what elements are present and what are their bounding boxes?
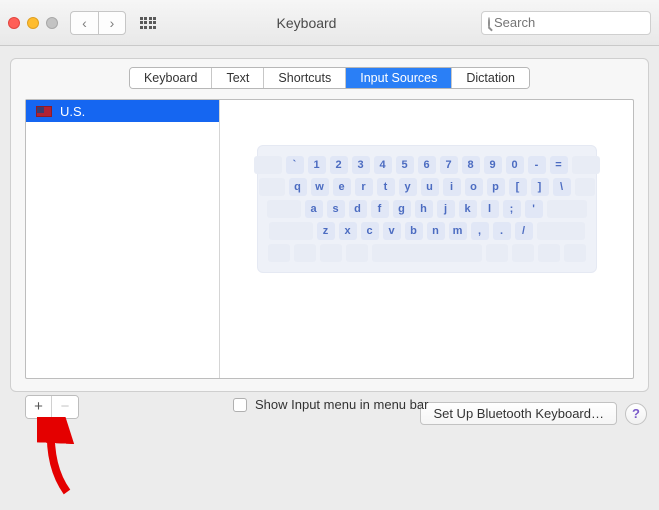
key-;: ;	[503, 200, 521, 218]
search-field[interactable]	[481, 11, 651, 35]
tab-input-sources[interactable]: Input Sources	[346, 68, 452, 88]
key-8: 8	[462, 156, 480, 174]
key--: -	[528, 156, 546, 174]
chevron-left-icon: ‹	[82, 15, 87, 31]
traffic-lights	[8, 17, 58, 29]
key-\: \	[553, 178, 571, 196]
key-2: 2	[330, 156, 348, 174]
key-l: l	[481, 200, 499, 218]
key-1: 1	[308, 156, 326, 174]
forward-button[interactable]: ›	[98, 11, 126, 35]
minimize-icon[interactable]	[27, 17, 39, 29]
key-r: r	[355, 178, 373, 196]
key-5: 5	[396, 156, 414, 174]
close-icon[interactable]	[8, 17, 20, 29]
key-[: [	[509, 178, 527, 196]
tab-text[interactable]: Text	[212, 68, 264, 88]
key-n: n	[427, 222, 445, 240]
setup-bluetooth-button[interactable]: Set Up Bluetooth Keyboard…	[420, 402, 617, 425]
key-': '	[525, 200, 543, 218]
key-k: k	[459, 200, 477, 218]
key-q: q	[289, 178, 307, 196]
key-3: 3	[352, 156, 370, 174]
key-`: `	[286, 156, 304, 174]
key-f: f	[371, 200, 389, 218]
key-i: i	[443, 178, 461, 196]
add-remove-buttons: + −	[25, 395, 79, 419]
key-g: g	[393, 200, 411, 218]
help-button[interactable]: ?	[625, 403, 647, 425]
key-s: s	[327, 200, 345, 218]
tab-bar: Keyboard Text Shortcuts Input Sources Di…	[11, 59, 648, 99]
key-0: 0	[506, 156, 524, 174]
show-input-menu-checkbox[interactable]	[233, 398, 247, 412]
grid-icon	[140, 17, 157, 29]
key-z: z	[317, 222, 335, 240]
key-x: x	[339, 222, 357, 240]
us-flag-icon	[36, 106, 52, 117]
window-title: Keyboard	[170, 15, 473, 31]
key-m: m	[449, 222, 467, 240]
source-list[interactable]: U.S.	[26, 100, 220, 378]
tab-dictation[interactable]: Dictation	[452, 68, 529, 88]
key-d: d	[349, 200, 367, 218]
key-y: y	[399, 178, 417, 196]
back-button[interactable]: ‹	[70, 11, 98, 35]
key-h: h	[415, 200, 433, 218]
tab-keyboard[interactable]: Keyboard	[130, 68, 213, 88]
source-label: U.S.	[60, 104, 85, 119]
key-t: t	[377, 178, 395, 196]
plus-icon: +	[34, 398, 43, 415]
key-p: p	[487, 178, 505, 196]
key-=: =	[550, 156, 568, 174]
keyboard-preview: . `1234567890-= qwertyuiop[]\ asdfghjkl;'…	[220, 100, 633, 378]
key-,: ,	[471, 222, 489, 240]
key-a: a	[305, 200, 323, 218]
tab-segment: Keyboard Text Shortcuts Input Sources Di…	[129, 67, 530, 89]
key-j: j	[437, 200, 455, 218]
key-7: 7	[440, 156, 458, 174]
annotation-arrow-icon	[37, 417, 97, 497]
key-4: 4	[374, 156, 392, 174]
zoom-icon	[46, 17, 58, 29]
show-all-button[interactable]	[134, 11, 162, 35]
key-e: e	[333, 178, 351, 196]
key-]: ]	[531, 178, 549, 196]
show-input-menu-row: Show Input menu in menu bar	[233, 397, 428, 412]
key-v: v	[383, 222, 401, 240]
show-input-menu-label: Show Input menu in menu bar	[255, 397, 428, 412]
key-9: 9	[484, 156, 502, 174]
remove-button: −	[52, 396, 78, 418]
key-w: w	[311, 178, 329, 196]
tab-shortcuts[interactable]: Shortcuts	[264, 68, 346, 88]
add-button[interactable]: +	[26, 396, 52, 418]
prefs-panel: Keyboard Text Shortcuts Input Sources Di…	[10, 58, 649, 392]
window-toolbar: ‹ › Keyboard	[0, 0, 659, 46]
keyboard-graphic: . `1234567890-= qwertyuiop[]\ asdfghjkl;'…	[257, 145, 597, 273]
key-o: o	[465, 178, 483, 196]
key-6: 6	[418, 156, 436, 174]
chevron-right-icon: ›	[110, 15, 115, 31]
key-b: b	[405, 222, 423, 240]
key-/: /	[515, 222, 533, 240]
input-sources-split: U.S. . `1234567890-= qwertyuiop[]\ asdfgh…	[25, 99, 634, 379]
key-u: u	[421, 178, 439, 196]
key-.: .	[493, 222, 511, 240]
search-input[interactable]	[494, 15, 659, 30]
minus-icon: −	[61, 398, 70, 415]
nav-buttons: ‹ ›	[70, 11, 126, 35]
help-icon: ?	[632, 406, 640, 421]
key-c: c	[361, 222, 379, 240]
search-icon	[488, 17, 490, 29]
source-item-us[interactable]: U.S.	[26, 100, 219, 122]
